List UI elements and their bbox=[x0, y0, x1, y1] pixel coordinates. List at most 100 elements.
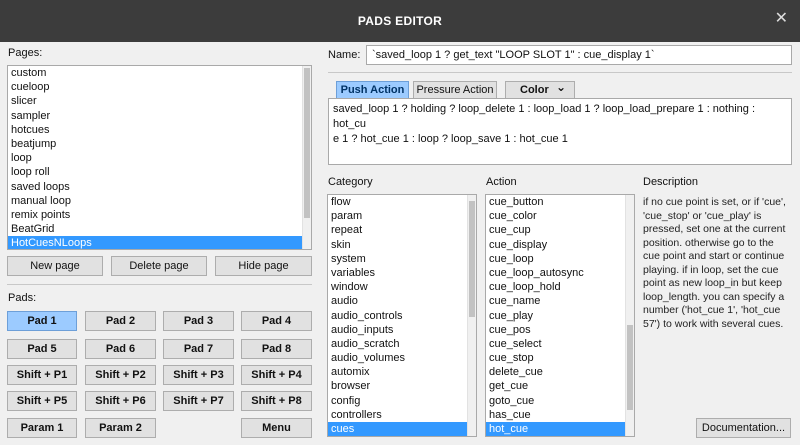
category-scrollbar-thumb[interactable] bbox=[469, 201, 475, 317]
category-list-item[interactable]: skin bbox=[328, 238, 476, 252]
new-page-button[interactable]: New page bbox=[7, 256, 103, 276]
window-title: PADS EDITOR bbox=[357, 14, 443, 28]
action-list-item[interactable]: cue_button bbox=[486, 195, 634, 209]
category-list-item[interactable]: repeat bbox=[328, 223, 476, 237]
menu-button[interactable]: Menu bbox=[241, 418, 312, 438]
pad-button[interactable]: Pad 1 bbox=[7, 311, 77, 331]
pad-button[interactable]: Shift + P5 bbox=[7, 391, 77, 411]
action-list-item[interactable]: cue_play bbox=[486, 309, 634, 323]
category-list-item[interactable]: cues bbox=[328, 422, 476, 436]
category-list-item[interactable]: controllers bbox=[328, 408, 476, 422]
action-list-item[interactable]: cue_loop_autosync bbox=[486, 266, 634, 280]
category-list-item[interactable]: automix bbox=[328, 365, 476, 379]
pad-button[interactable]: Shift + P4 bbox=[241, 365, 312, 385]
name-input[interactable]: `saved_loop 1 ? get_text "LOOP SLOT 1" :… bbox=[366, 45, 792, 65]
pages-label: Pages: bbox=[8, 47, 43, 59]
action-list-item[interactable]: cue_pos bbox=[486, 323, 634, 337]
page-list-item[interactable]: manual loop bbox=[8, 194, 311, 208]
category-list-item[interactable]: flow bbox=[328, 195, 476, 209]
description-line: 'cue_stop' or 'cue_play' is bbox=[643, 209, 762, 222]
hide-page-button[interactable]: Hide page bbox=[215, 256, 312, 276]
action-list-item[interactable]: cue_select bbox=[486, 337, 634, 351]
page-list-item[interactable]: HotCuesNLoops bbox=[8, 236, 311, 249]
action-scrollbar-thumb[interactable] bbox=[627, 325, 633, 410]
category-list-item[interactable]: audio bbox=[328, 294, 476, 308]
pad-button[interactable]: Shift + P1 bbox=[7, 365, 77, 385]
action-list-item[interactable]: has_cue bbox=[486, 408, 634, 422]
action-list-item[interactable]: cue_stop bbox=[486, 351, 634, 365]
action-scrollbar[interactable] bbox=[625, 195, 634, 436]
pages-list[interactable]: custom cueloop slicer sampler hotcues beatjum… bbox=[7, 65, 312, 250]
pages-scrollbar[interactable] bbox=[302, 66, 311, 249]
documentation-button[interactable]: Documentation... bbox=[696, 418, 791, 438]
category-list[interactable]: flow param repeat skin system variables window… bbox=[327, 194, 477, 437]
category-scrollbar[interactable] bbox=[467, 195, 476, 436]
pad-button[interactable]: Shift + P3 bbox=[163, 365, 234, 385]
category-list-item[interactable]: audio_controls bbox=[328, 309, 476, 323]
pad-button[interactable]: Shift + P8 bbox=[241, 391, 312, 411]
category-list-item[interactable]: audio_volumes bbox=[328, 351, 476, 365]
title-bar: PADS EDITOR ✕ bbox=[0, 0, 800, 42]
description-line: if no cue point is set, or if 'cue', bbox=[643, 196, 786, 208]
page-list-item[interactable]: BeatGrid bbox=[8, 222, 311, 236]
action-script-editor[interactable]: saved_loop 1 ? holding ? loop_delete 1 :… bbox=[328, 98, 792, 165]
page-list-item[interactable]: hotcues bbox=[8, 123, 311, 137]
action-list-item[interactable]: hot_cue bbox=[486, 422, 634, 436]
description-line: pressed, set one at the current bbox=[643, 223, 786, 235]
divider bbox=[328, 72, 792, 73]
category-list-item[interactable]: param bbox=[328, 209, 476, 223]
action-list-item[interactable]: cue_cup bbox=[486, 223, 634, 237]
pad-button[interactable]: Pad 8 bbox=[241, 339, 312, 359]
description-line: position. otherwise go to the bbox=[643, 236, 774, 249]
pad-button[interactable]: Pad 4 bbox=[241, 311, 312, 331]
action-list-item[interactable]: get_cue bbox=[486, 379, 634, 393]
pad-button[interactable]: Pad 6 bbox=[85, 339, 156, 359]
page-list-item[interactable]: loop bbox=[8, 151, 311, 165]
page-list-item[interactable]: cueloop bbox=[8, 80, 311, 94]
action-list-item[interactable]: goto_cue bbox=[486, 394, 634, 408]
pad-button[interactable]: Shift + P6 bbox=[85, 391, 156, 411]
param1-button[interactable]: Param 1 bbox=[7, 418, 77, 438]
divider bbox=[7, 284, 312, 285]
action-label: Action bbox=[486, 176, 517, 188]
page-list-item[interactable]: loop roll bbox=[8, 165, 311, 179]
pages-scrollbar-thumb[interactable] bbox=[304, 68, 310, 218]
script-line: e 1 ? hot_cue 1 : loop ? loop_save 1 : h… bbox=[333, 133, 568, 145]
page-list-item[interactable]: slicer bbox=[8, 94, 311, 108]
category-list-item[interactable]: browser bbox=[328, 379, 476, 393]
page-list-item[interactable]: beatjump bbox=[8, 137, 311, 151]
category-list-item[interactable]: audio_inputs bbox=[328, 323, 476, 337]
pads-label: Pads: bbox=[8, 292, 37, 304]
delete-page-button[interactable]: Delete page bbox=[111, 256, 207, 276]
script-line: saved_loop 1 ? holding ? loop_delete 1 :… bbox=[333, 103, 756, 130]
action-list-item[interactable]: cue_loop bbox=[486, 252, 634, 266]
pad-button[interactable]: Pad 3 bbox=[163, 311, 234, 331]
page-list-item[interactable]: saved loops bbox=[8, 180, 311, 194]
pad-button[interactable]: Shift + P2 bbox=[85, 365, 156, 385]
action-list-item[interactable]: cue_loop_hold bbox=[486, 280, 634, 294]
action-list[interactable]: cue_button cue_color cue_cup cue_display cue… bbox=[485, 194, 635, 437]
category-list-item[interactable]: system bbox=[328, 252, 476, 266]
category-list-item[interactable]: variables bbox=[328, 266, 476, 280]
pad-button[interactable]: Pad 2 bbox=[85, 311, 156, 331]
page-list-item[interactable]: sampler bbox=[8, 109, 311, 123]
action-list-item[interactable]: cue_name bbox=[486, 294, 634, 308]
action-list-item[interactable]: cue_color bbox=[486, 209, 634, 223]
pad-button[interactable]: Shift + P7 bbox=[163, 391, 234, 411]
category-list-item[interactable]: audio_scratch bbox=[328, 337, 476, 351]
chevron-down-icon: ⌄ bbox=[555, 80, 566, 94]
category-list-item[interactable]: config bbox=[328, 394, 476, 408]
category-list-item[interactable]: window bbox=[328, 280, 476, 294]
description-line: 57') to work with several cues. bbox=[643, 317, 784, 330]
description-line: point as new loop_in but keep bbox=[643, 277, 782, 289]
page-list-item[interactable]: remix points bbox=[8, 208, 311, 222]
description-line: loop_length. you can specify a bbox=[643, 290, 785, 303]
close-icon[interactable]: ✕ bbox=[775, 11, 788, 27]
action-list-item[interactable]: cue_display bbox=[486, 238, 634, 252]
action-list-item[interactable]: delete_cue bbox=[486, 365, 634, 379]
page-list-item[interactable]: custom bbox=[8, 66, 311, 80]
pad-button[interactable]: Pad 7 bbox=[163, 339, 234, 359]
param2-button[interactable]: Param 2 bbox=[85, 418, 156, 438]
description-text: if no cue point is set, or if 'cue','cue… bbox=[643, 196, 795, 331]
pad-button[interactable]: Pad 5 bbox=[7, 339, 77, 359]
